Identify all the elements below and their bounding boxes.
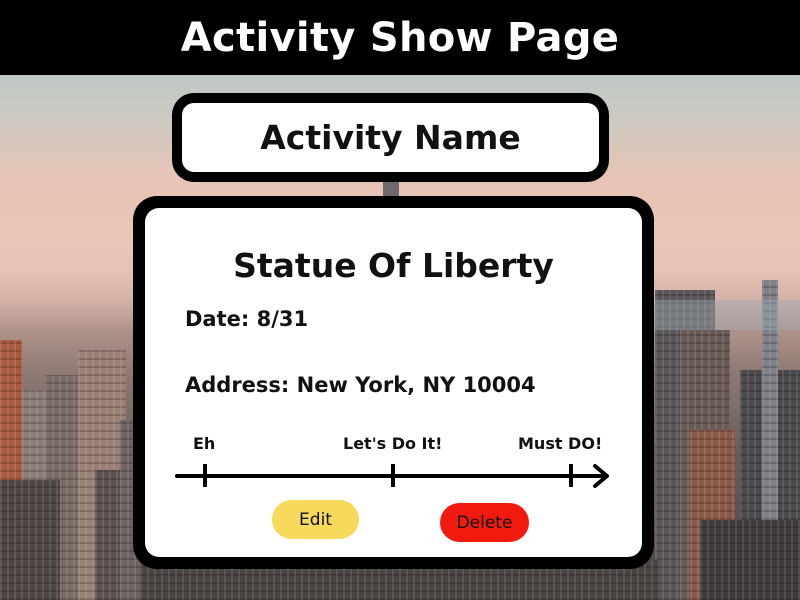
activity-name-box: Activity Name <box>172 93 609 182</box>
delete-button[interactable]: Delete <box>440 503 529 542</box>
rating-label-eh: Eh <box>193 434 216 453</box>
activity-address: Address: New York, NY 10004 <box>185 373 536 397</box>
activity-name-heading: Activity Name <box>260 118 521 157</box>
rating-label-must-do: Must DO! <box>518 434 603 453</box>
edit-button[interactable]: Edit <box>272 500 359 539</box>
page-header: Activity Show Page <box>0 0 800 75</box>
activity-title: Statue Of Liberty <box>233 246 554 285</box>
activity-details-card: Statue Of Liberty Date: 8/31 Address: Ne… <box>133 196 654 569</box>
rating-scale-slider[interactable] <box>175 455 615 495</box>
rating-label-lets-do-it: Let's Do It! <box>343 434 443 453</box>
page-title: Activity Show Page <box>180 14 620 61</box>
activity-date: Date: 8/31 <box>185 307 309 331</box>
